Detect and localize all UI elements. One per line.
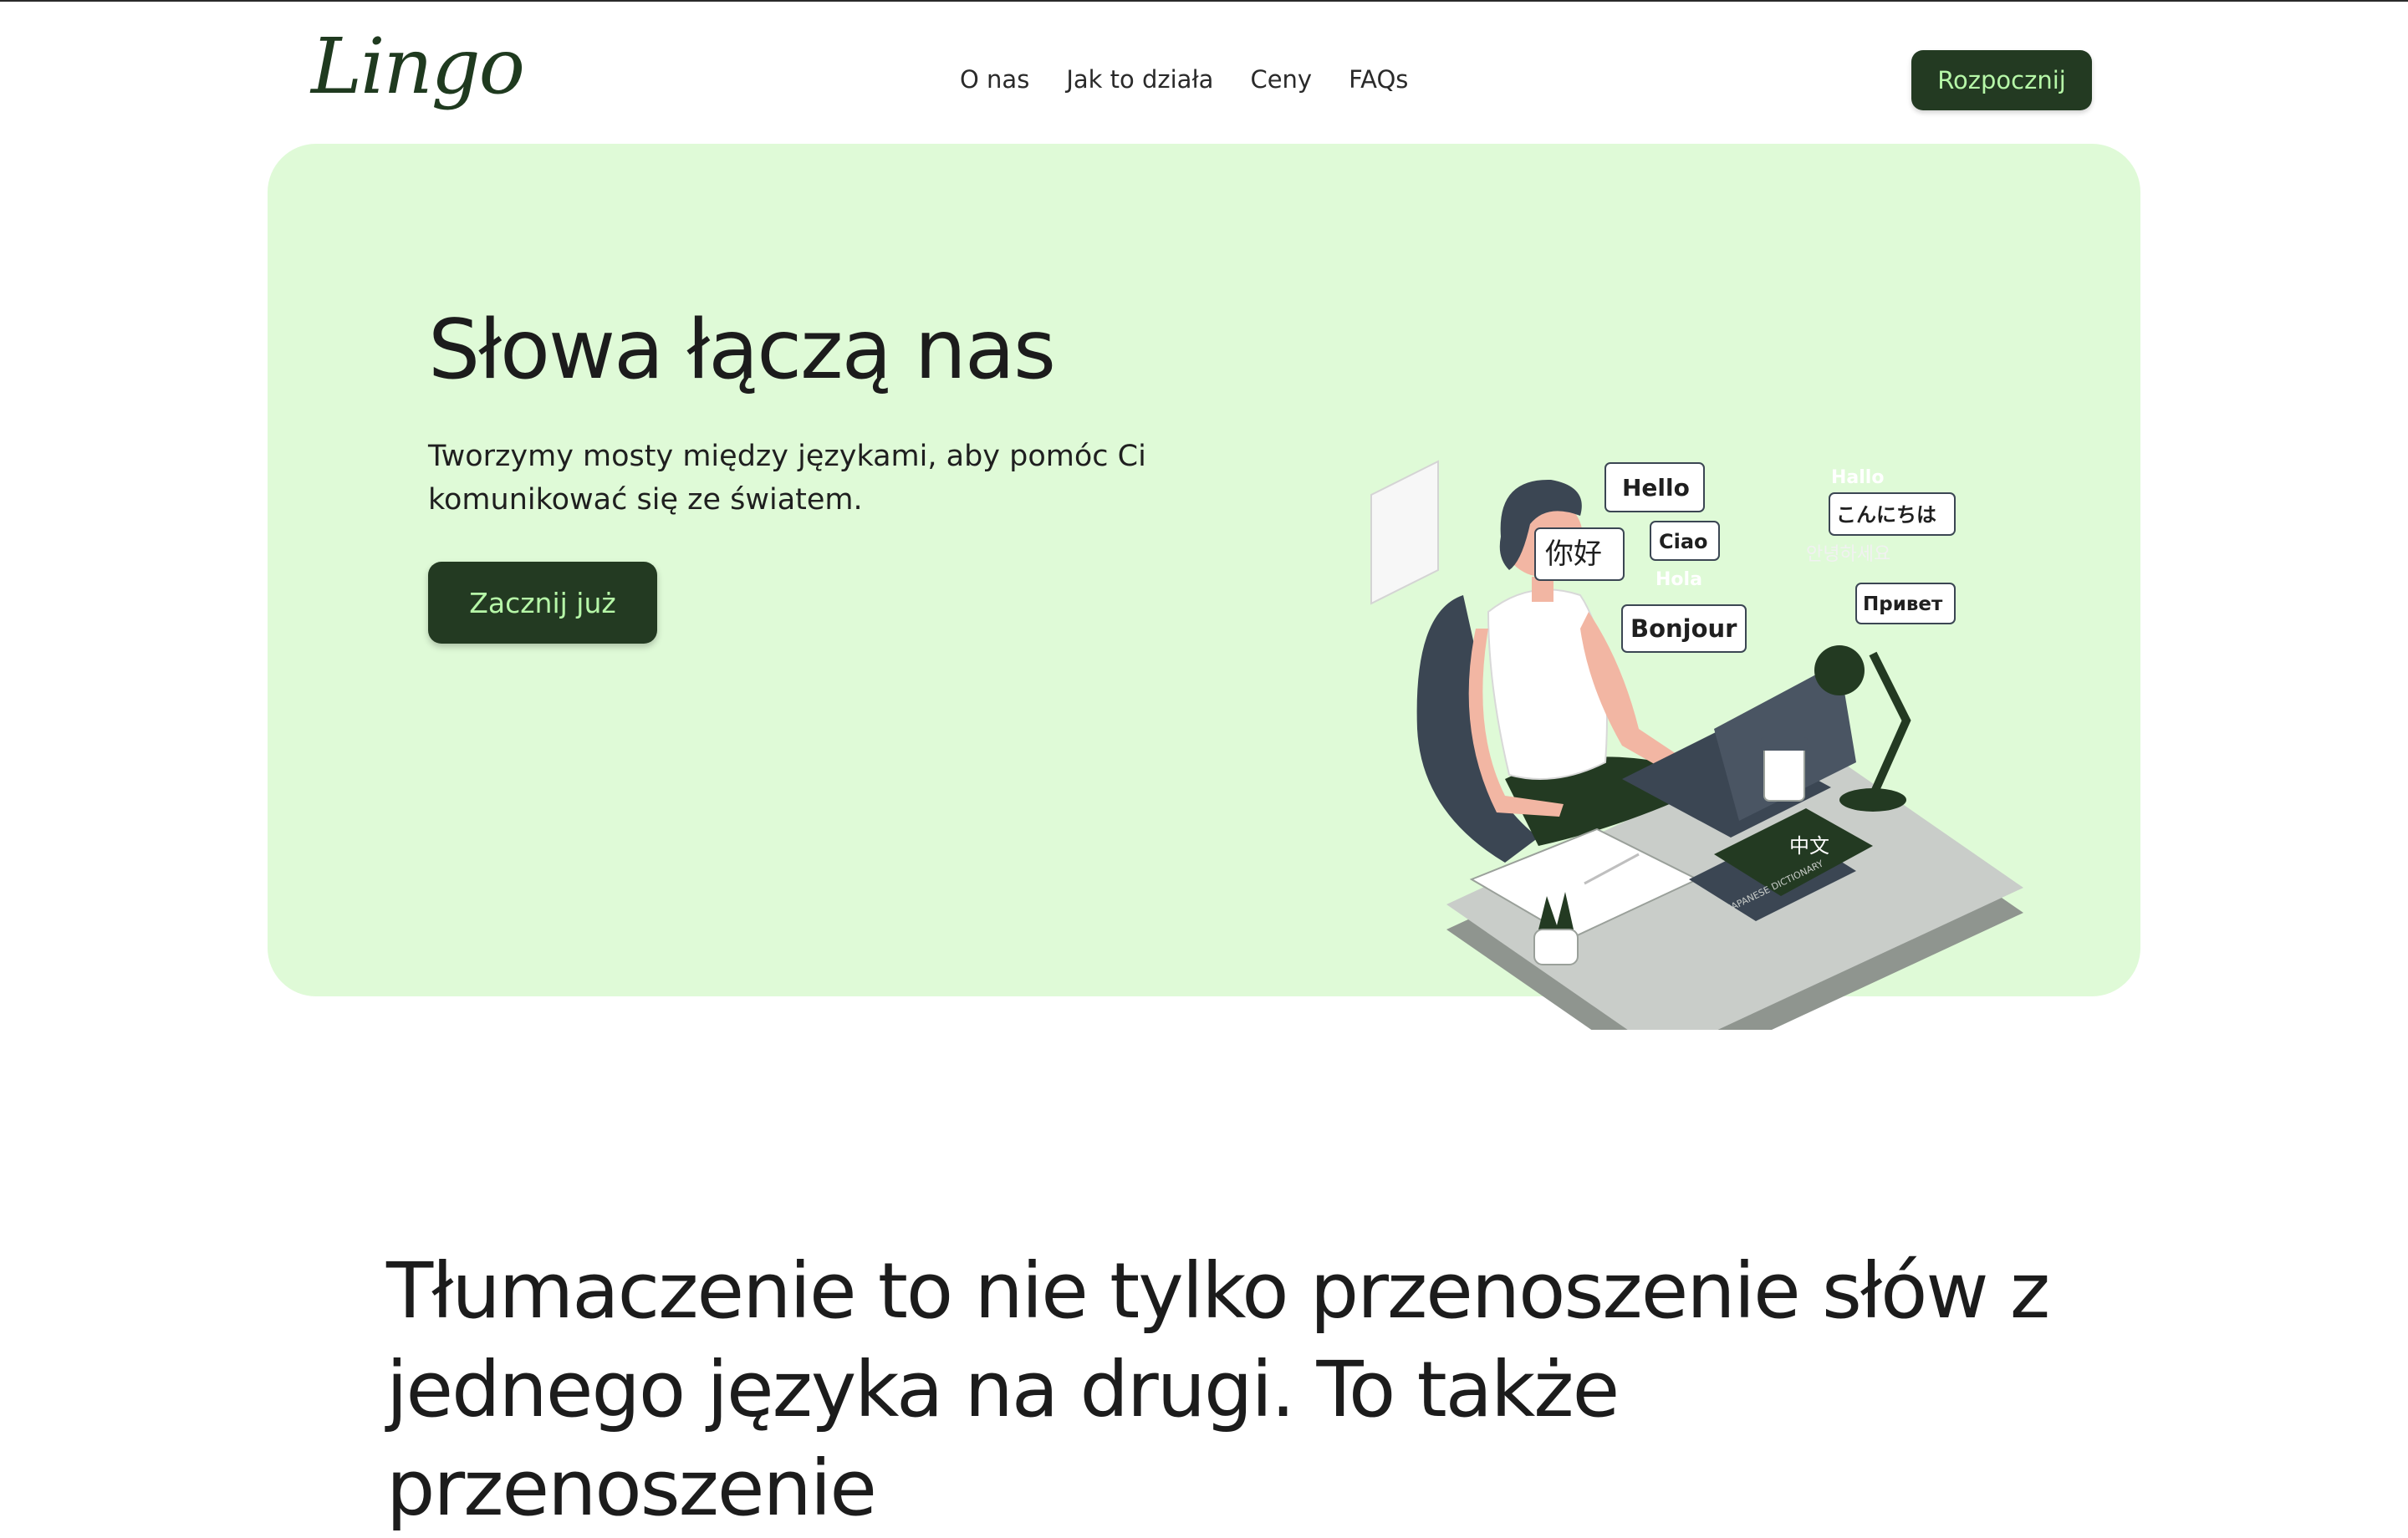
bubble-ciao-text: Ciao	[1659, 530, 1708, 553]
bubble-hello-text: Hello	[1622, 474, 1690, 502]
window-top-border	[0, 0, 2408, 2]
bubble-korean: 안녕하세요	[1806, 544, 1890, 565]
start-now-button[interactable]: Zacznij już	[428, 562, 657, 644]
bubble-japanese-text: こんにちは	[1836, 503, 1936, 527]
section-heading: Tłumaczenie to nie tylko przenoszenie sł…	[386, 1246, 2050, 1533]
nav-link-about[interactable]: O nas	[960, 65, 1029, 94]
main-nav: O nas Jak to działa Ceny FAQs	[960, 65, 1445, 94]
coffee-cup-icon	[1763, 745, 1805, 802]
hero-subtitle: Tworzymy mosty między językami, aby pomó…	[428, 440, 1146, 517]
bubble-bonjour-text: Bonjour	[1630, 614, 1737, 643]
bubble-hallo: Hallo	[1831, 467, 1884, 488]
chinese-book-label: 中文	[1789, 834, 1829, 858]
bubble-hola: Hola	[1656, 569, 1702, 590]
plant-pot	[1533, 929, 1579, 965]
logo[interactable]: Lingo	[311, 28, 525, 105]
nav-link-how-it-works[interactable]: Jak to działa	[1066, 65, 1213, 94]
lamp-head	[1814, 645, 1865, 695]
hero-section: Słowa łączą nas Tworzymy mosty między ję…	[268, 144, 2140, 1030]
hero-title: Słowa łączą nas	[428, 303, 1056, 398]
get-started-button[interactable]: Rozpocznij	[1911, 50, 2092, 110]
paper-sheet	[1370, 460, 1439, 605]
lamp-arm	[1869, 651, 1911, 798]
lamp-icon	[1839, 788, 1906, 812]
bubble-chinese-text: 你好	[1545, 537, 1602, 571]
bubble-russian-text: Привет	[1863, 593, 1943, 615]
cup-lid	[1761, 737, 1808, 751]
nav-link-pricing[interactable]: Ceny	[1250, 65, 1312, 94]
translator-illustration: 中文 JAPANESE DICTIONARY Hallo Hola 안녕하세요 …	[1370, 460, 2023, 1030]
nav-link-faqs[interactable]: FAQs	[1349, 65, 1408, 94]
